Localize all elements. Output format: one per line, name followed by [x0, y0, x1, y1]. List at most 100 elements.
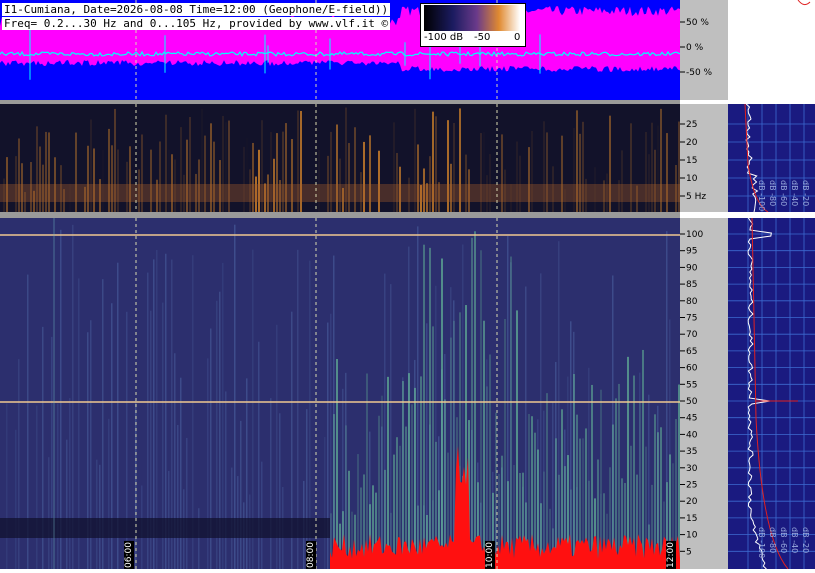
- time-label: 12:00: [666, 541, 676, 569]
- low-freq-tick-label: 15: [686, 156, 697, 166]
- low-freq-streak: [621, 150, 623, 212]
- low-freq-streak: [117, 149, 119, 212]
- high-freq-tick-label: 35: [686, 447, 697, 457]
- side-corner-plot: [797, 0, 811, 6]
- side-db-label: dB -100: [757, 180, 766, 212]
- high-freq-tick-label: 85: [686, 280, 697, 290]
- high-freq-tick-label: 15: [686, 514, 697, 524]
- green-emission: [627, 356, 629, 569]
- high-freq-tick-label: 95: [686, 247, 697, 257]
- db-scale-label-min: -100 dB: [424, 32, 464, 43]
- high-freq-fit-curve: [751, 217, 789, 570]
- db-scale-label-mid: -50: [474, 32, 491, 43]
- green-emission: [489, 354, 491, 569]
- high-freq-tick-label: 90: [686, 263, 698, 273]
- high-freq-tick-label: 65: [686, 347, 697, 357]
- low-freq-streak: [528, 147, 530, 212]
- high-freq-tick-label: 70: [686, 330, 698, 340]
- spectrogram-column: [270, 398, 272, 569]
- high-freq-tick-label: 30: [686, 464, 698, 474]
- green-emission: [573, 374, 575, 569]
- green-emission: [618, 383, 620, 569]
- spectrogram-column: [36, 405, 38, 569]
- amplitude-tick-label: 0 %: [686, 43, 704, 53]
- high-freq-tick-label: 45: [686, 414, 697, 424]
- spectrogram-column: [66, 439, 68, 569]
- green-emission: [510, 256, 512, 569]
- green-emission: [642, 349, 644, 569]
- spectrogram-column: [48, 457, 50, 569]
- green-emission: [480, 250, 482, 569]
- green-emission: [546, 393, 548, 569]
- high-freq-tick-label: 40: [686, 430, 698, 440]
- side-db-label: dB -40: [790, 180, 799, 207]
- spectrogram-column: [96, 459, 98, 569]
- db-scale-gradient: [424, 5, 520, 31]
- high-freq-tick-label: 20: [686, 497, 698, 507]
- high-freq-tick-label: 50: [686, 397, 698, 407]
- amplitude-tick-label: -50 %: [686, 68, 713, 78]
- low-freq-tick-label: 20: [686, 138, 698, 148]
- spectrogram-column: [186, 437, 188, 569]
- dark-band: [0, 518, 330, 538]
- spectrogram-column: [279, 413, 281, 569]
- green-emission: [516, 310, 518, 569]
- low-freq-streak: [258, 149, 260, 212]
- green-emission: [336, 359, 338, 569]
- green-emission: [366, 373, 368, 569]
- side-db-label: dB -60: [779, 527, 788, 554]
- side-db-label: dB -80: [768, 180, 777, 207]
- frequency-axis-column: 50 % 0 % -50 % 25 20 15 10 5 Hz 100 95 90 85 80 75 70 6…: [680, 0, 728, 569]
- corner-curve: [797, 0, 811, 6]
- high-freq-tick-label: 100: [686, 230, 703, 240]
- title-line-1: I1-Cumiana, Date=2026-08-08 Time=12:00 (…: [2, 3, 391, 16]
- green-emission: [429, 247, 431, 569]
- high-freq-tick-label: 80: [686, 297, 698, 307]
- spectrogram-column: [324, 437, 326, 569]
- spectrogram-column: [15, 429, 17, 569]
- green-emission: [591, 384, 593, 569]
- spectrogram-column: [240, 420, 242, 569]
- spectrogram-column: [234, 224, 236, 569]
- spectrogram-column: [72, 224, 74, 569]
- amplitude-tick-label: 50 %: [686, 18, 709, 28]
- high-frequency-power-profile: [728, 217, 815, 570]
- low-freq-streak: [654, 149, 656, 212]
- high-freq-profile-line: [747, 217, 772, 570]
- low-freq-streak: [327, 155, 329, 212]
- side-db-label: dB -80: [768, 527, 777, 554]
- low-freq-streak: [489, 154, 491, 212]
- high-freq-tick-label: 60: [686, 364, 698, 374]
- spectrogram-column: [177, 425, 179, 569]
- green-emission: [471, 237, 473, 569]
- low-freq-streak: [243, 146, 245, 212]
- low-freq-streak: [102, 150, 104, 212]
- low-frequency-spectrogram: [0, 104, 680, 212]
- high-freq-tick-label: 10: [686, 531, 698, 541]
- spectrogram-column: [225, 391, 227, 569]
- green-emission: [402, 381, 404, 569]
- low-freq-streak: [396, 153, 398, 212]
- db-scale-label-max: 0: [514, 32, 521, 43]
- green-emission: [432, 326, 434, 569]
- spectrogram-column: [261, 461, 263, 569]
- low-freq-streak: [318, 149, 320, 212]
- high-freq-tick-label: 75: [686, 314, 697, 324]
- green-emission: [387, 376, 389, 569]
- green-emission: [420, 376, 422, 569]
- green-emission: [483, 320, 485, 569]
- green-emission: [414, 387, 416, 569]
- low-freq-streak: [93, 148, 95, 212]
- green-emission: [441, 258, 443, 569]
- low-freq-streak: [648, 154, 650, 212]
- low-freq-tick-label: 25: [686, 120, 697, 130]
- low-freq-streak: [87, 145, 89, 212]
- green-emission: [393, 454, 395, 569]
- green-emission: [504, 318, 506, 569]
- low-freq-streak: [378, 150, 380, 212]
- green-emission: [423, 244, 425, 569]
- side-db-label: dB -20: [801, 527, 810, 554]
- low-freq-tick-label: 10: [686, 174, 698, 184]
- side-db-label: dB -60: [779, 180, 788, 207]
- green-emission: [615, 398, 617, 569]
